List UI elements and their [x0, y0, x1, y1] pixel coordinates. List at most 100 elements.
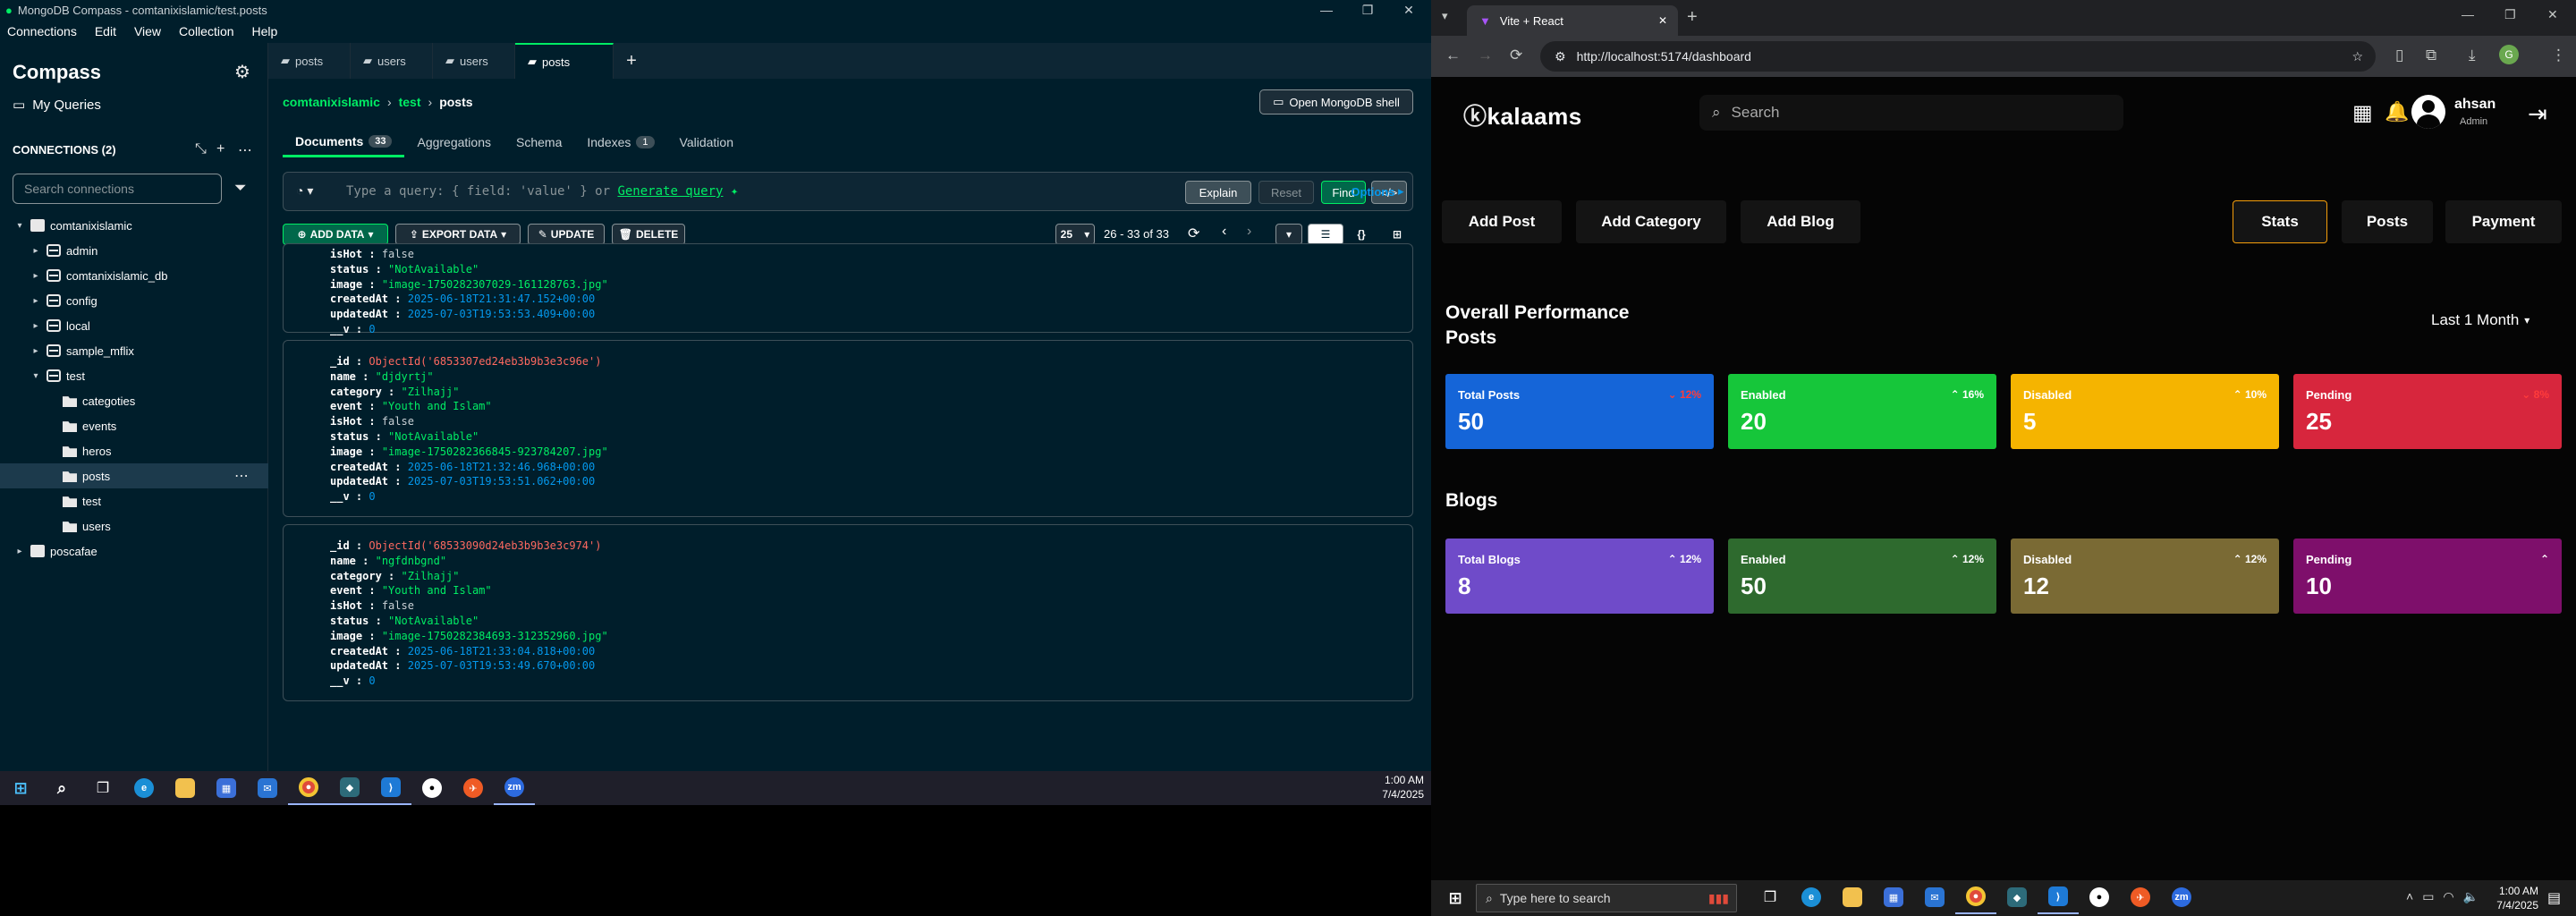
stat-card-pending[interactable]: Pending 10 ⌃ [2293, 539, 2562, 614]
chevron-right-icon[interactable]: ▸ [30, 296, 41, 306]
mail-icon[interactable]: ✉ [247, 771, 288, 805]
reset-button[interactable]: Reset [1258, 181, 1314, 204]
tree-item[interactable]: test [0, 488, 268, 513]
tab-indexes[interactable]: Indexes 1 [574, 127, 666, 157]
vscode-icon[interactable]: ⟩ [2038, 880, 2079, 914]
update-button[interactable]: ✎ UPDATE [528, 224, 605, 245]
tab-aggregations[interactable]: Aggregations [404, 127, 504, 157]
search-icon[interactable]: ⌕ [41, 771, 82, 805]
back-icon[interactable]: ← [1445, 47, 1461, 64]
stat-card-enabled[interactable]: Enabled 20 ⌃ 16% [1728, 374, 1996, 449]
site-info-icon[interactable]: ⚙ [1555, 49, 1566, 64]
bookmark-star-icon[interactable]: ☆ [2351, 49, 2363, 64]
add-category-button[interactable]: Add Category [1576, 200, 1726, 243]
open-shell-button[interactable]: ▭ Open MongoDB shell [1259, 89, 1413, 114]
new-tab-icon[interactable]: + [1687, 7, 1698, 28]
page-size-select[interactable]: 25 ▾ [1055, 224, 1095, 245]
tab-users-1[interactable]: ▰ users [351, 43, 433, 79]
stat-card-total-posts[interactable]: Total Posts 50 ⌄ 12% [1445, 374, 1714, 449]
zoom-icon[interactable]: zm [2161, 880, 2202, 914]
stat-card-pending[interactable]: Pending 25 ⌄ 8% [2293, 374, 2562, 449]
windows-start-icon[interactable]: ⊞ [0, 771, 41, 805]
store-icon[interactable]: ▦ [1873, 880, 1914, 914]
compass-icon[interactable]: ◆ [329, 771, 370, 805]
url-bar[interactable]: ⚙ http://localhost:5174/dashboard ☆ [1540, 41, 2376, 72]
tree-item[interactable]: ▸ comtanixislamic_db [0, 263, 268, 288]
windows-start-icon[interactable]: ⊞ [1442, 881, 1469, 915]
app-search[interactable]: ⌕ [1699, 95, 2123, 131]
tree-item[interactable]: posts ⋯ [0, 463, 268, 488]
add-blog-button[interactable]: Add Blog [1741, 200, 1860, 243]
gear-icon[interactable]: ⚙ [234, 61, 250, 83]
tab-schema[interactable]: Schema [504, 127, 574, 157]
menu-edit[interactable]: Edit [95, 24, 116, 38]
list-view-icon[interactable]: ☰ [1308, 224, 1343, 245]
filter-icon[interactable]: ⏷ [234, 179, 247, 197]
next-page-icon[interactable]: › [1247, 224, 1251, 240]
file-explorer-icon[interactable] [165, 771, 206, 805]
edge-icon[interactable]: e [1791, 880, 1832, 914]
download-icon[interactable]: ⤓ [2469, 47, 2476, 64]
table-view-icon[interactable]: ⊞ [1381, 224, 1413, 245]
compass-icon[interactable]: ◆ [1996, 880, 2038, 914]
github-icon[interactable]: ● [2079, 880, 2120, 914]
tree-item[interactable]: users [0, 513, 268, 539]
prev-page-icon[interactable]: ‹ [1222, 224, 1226, 240]
collapse-icon[interactable]: ⤡ [195, 141, 207, 157]
extension-icon[interactable]: ▯ [2395, 47, 2403, 64]
search-input[interactable] [1731, 104, 1929, 122]
document-card[interactable]: _id : ObjectId('68533090d24eb3b9b3e3c974… [283, 524, 1413, 701]
tree-item[interactable]: ▾ test [0, 363, 268, 388]
export-data-button[interactable]: ⇪ EXPORT DATA ▾ [395, 224, 521, 245]
notification-icon[interactable]: ▤ [2547, 889, 2561, 907]
document-card[interactable]: _id : ObjectId('6853307ed24eb3b9b3e3c96e… [283, 340, 1413, 517]
stat-card-total-blogs[interactable]: Total Blogs 8 ⌃ 12% [1445, 539, 1714, 614]
store-icon[interactable]: ▦ [206, 771, 247, 805]
chevron-down-icon[interactable]: ▾ [14, 221, 25, 231]
tab-validation[interactable]: Validation [667, 127, 746, 157]
reload-icon[interactable]: ⟳ [1510, 47, 1522, 64]
query-input[interactable]: Type a query: { field: 'value' } or Gene… [346, 184, 738, 199]
maximize-icon[interactable]: ❐ [2504, 7, 2516, 22]
options-toggle[interactable]: Options ▸ [1342, 180, 1413, 203]
chevron-right-icon[interactable]: ▸ [30, 321, 41, 331]
tree-item[interactable]: ▾ comtanixislamic [0, 213, 268, 238]
sidebar-item-my-queries[interactable]: ▭ My Queries [13, 97, 101, 114]
postman-icon[interactable]: ✈ [2120, 880, 2161, 914]
task-view-icon[interactable]: ❐ [1750, 880, 1791, 914]
browser-tab[interactable]: ▼ Vite + React ✕ [1467, 5, 1678, 36]
breadcrumb-connection[interactable]: comtanixislamic [283, 95, 380, 109]
postman-icon[interactable]: ✈ [453, 771, 494, 805]
task-view-icon[interactable]: ❐ [82, 771, 123, 805]
tree-item[interactable]: ▸ local [0, 313, 268, 338]
menu-connections[interactable]: Connections [7, 24, 77, 38]
tree-item[interactable]: ▸ poscafae [0, 539, 268, 564]
menu-help[interactable]: Help [252, 24, 278, 38]
profile-avatar[interactable]: G [2499, 45, 2519, 64]
add-data-button[interactable]: ⊕ ADD DATA ▾ [283, 224, 388, 245]
close-icon[interactable]: ✕ [2547, 7, 2558, 22]
close-icon[interactable]: ✕ [1388, 0, 1429, 20]
vscode-icon[interactable]: ⟩ [370, 771, 411, 805]
chevron-right-icon[interactable]: ▸ [30, 246, 41, 256]
chevron-up-icon[interactable]: ˄ [2406, 889, 2413, 904]
stat-card-enabled[interactable]: Enabled 50 ⌃ 12% [1728, 539, 1996, 614]
json-view-icon[interactable]: {} [1345, 224, 1377, 245]
tab-documents[interactable]: Documents 33 [283, 127, 405, 157]
close-tab-icon[interactable]: ✕ [1658, 14, 1667, 27]
github-icon[interactable]: ● [411, 771, 453, 805]
more-icon[interactable]: ⋯ [238, 141, 252, 159]
tab-users-2[interactable]: ▰ users [433, 43, 515, 79]
logout-icon[interactable]: ⇥ [2528, 100, 2547, 128]
menu-view[interactable]: View [134, 24, 161, 38]
chevron-right-icon[interactable]: ▸ [30, 271, 41, 281]
explain-button[interactable]: Explain [1185, 181, 1251, 204]
payment-tab[interactable]: Payment [2445, 200, 2562, 243]
add-post-button[interactable]: Add Post [1442, 200, 1562, 243]
avatar[interactable] [2411, 95, 2445, 129]
minimize-icon[interactable]: — [1306, 0, 1347, 20]
maximize-icon[interactable]: ❐ [1347, 0, 1388, 20]
forward-icon[interactable]: → [1478, 47, 1493, 64]
tab-posts-1[interactable]: ▰ posts [268, 43, 351, 79]
taskbar-search[interactable]: ⌕ Type here to search ▮▮▮ [1476, 884, 1737, 912]
